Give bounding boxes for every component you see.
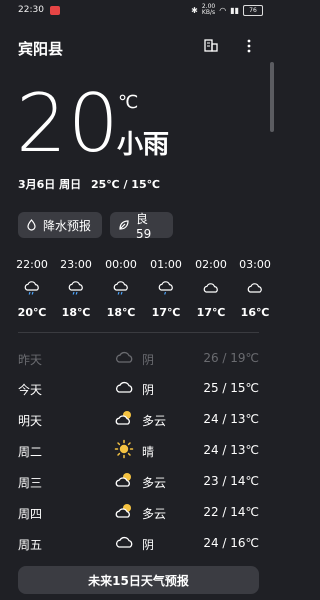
bluetooth-icon: ✱	[191, 5, 198, 15]
hour-temp: 17℃	[151, 306, 181, 319]
day-label: 周五	[18, 538, 43, 552]
day-range: 24 / 13℃	[203, 412, 259, 426]
partly-cloudy-icon	[115, 504, 131, 518]
current-temperature: 20	[16, 77, 120, 170]
day-condition: 阴	[142, 538, 155, 552]
day-range: 24 / 13℃	[203, 443, 259, 457]
more-options-icon[interactable]	[246, 38, 252, 54]
hour-time: 03:00	[239, 258, 271, 271]
hour-time: 01:00	[150, 258, 182, 271]
forecast-15-day-button[interactable]: 未来15日天气预报	[18, 566, 259, 594]
wifi-icon: ◠	[219, 5, 227, 15]
hour-time: 02:00	[195, 258, 227, 271]
day-condition: 多云	[142, 476, 167, 490]
divider	[18, 332, 259, 333]
cloud-icon	[116, 381, 133, 393]
day-range: 24 / 16℃	[203, 536, 259, 550]
precipitation-label: 降水预报	[43, 218, 92, 233]
temperature-unit: ℃	[118, 92, 139, 113]
day-label: 昨天	[18, 353, 43, 367]
scroll-indicator[interactable]	[270, 62, 274, 132]
net-speed: 2.00 KB/s	[201, 3, 216, 16]
daily-row[interactable]: 周三 多云 23 / 14℃	[0, 466, 277, 496]
droplet-icon	[27, 219, 36, 231]
city-manage-icon[interactable]	[204, 38, 218, 52]
current-date: 3月6日 周日	[18, 178, 82, 191]
day-label: 明天	[18, 414, 43, 428]
cloud-icon	[116, 351, 133, 363]
current-range: 25℃ / 15℃	[90, 178, 160, 191]
hour-temp: 16℃	[240, 306, 270, 319]
leaf-icon	[119, 220, 129, 230]
air-quality-button[interactable]: 良 59	[110, 211, 173, 241]
signal-icon: ▮▮	[230, 5, 239, 15]
partly-cloudy-icon	[115, 411, 131, 425]
day-condition: 阴	[142, 353, 155, 367]
rain-cloud-icon	[158, 281, 173, 295]
day-range: 22 / 14℃	[203, 505, 259, 519]
precipitation-forecast-button[interactable]: 降水预报	[18, 212, 102, 238]
rain-cloud-icon	[113, 281, 128, 295]
day-range: 25 / 15℃	[203, 381, 259, 395]
status-icons: ✱ 2.00 KB/s ◠ ▮▮ 76	[191, 4, 263, 16]
daily-row[interactable]: 今天 阴 25 / 15℃	[0, 373, 277, 403]
cloud-icon	[116, 536, 133, 548]
current-condition: 小雨	[117, 130, 170, 160]
day-label: 周二	[18, 445, 43, 459]
notification-badge-icon	[50, 6, 60, 15]
daily-row[interactable]: 周二 晴 24 / 13℃	[0, 435, 277, 465]
hour-temp: 18℃	[106, 306, 136, 319]
daily-row[interactable]: 昨天 阴 26 / 19℃	[0, 343, 277, 373]
date-range: 3月6日 周日 25℃ / 15℃	[18, 176, 160, 192]
daily-row[interactable]: 明天 多云 24 / 13℃	[0, 404, 277, 434]
hour-temp: 20℃	[17, 306, 47, 319]
day-label: 周四	[18, 507, 43, 521]
day-condition: 晴	[142, 445, 155, 459]
hour-temp: 18℃	[61, 306, 91, 319]
hour-time: 22:00	[16, 258, 48, 271]
hour-time: 00:00	[105, 258, 137, 271]
city-name[interactable]: 宾阳县	[18, 38, 63, 59]
day-condition: 多云	[142, 507, 167, 521]
day-label: 今天	[18, 383, 43, 397]
battery-icon: 76	[243, 4, 263, 16]
rain-cloud-icon	[24, 281, 39, 295]
rain-cloud-icon	[68, 281, 83, 295]
status-time: 22:30	[18, 5, 44, 15]
hour-time: 23:00	[60, 258, 92, 271]
hourly-forecast[interactable]: 22:00 20℃ 23:00 18℃ 00:00 18℃ 01:00 17℃ …	[0, 258, 277, 323]
day-range: 26 / 19℃	[203, 351, 259, 365]
air-quality-label: 良 59	[136, 211, 152, 241]
day-range: 23 / 14℃	[203, 474, 259, 488]
cloud-icon	[203, 283, 218, 293]
day-condition: 多云	[142, 414, 167, 428]
daily-row[interactable]: 周四 多云 22 / 14℃	[0, 497, 277, 527]
day-label: 周三	[18, 476, 43, 490]
hour-temp: 17℃	[196, 306, 226, 319]
day-condition: 阴	[142, 383, 155, 397]
sun-icon	[114, 439, 134, 459]
daily-row[interactable]: 周五 阴 24 / 16℃	[0, 528, 277, 558]
partly-cloudy-icon	[115, 473, 131, 487]
cloud-icon	[247, 283, 262, 293]
status-bar: 22:30 ✱ 2.00 KB/s ◠ ▮▮ 76	[0, 0, 277, 22]
